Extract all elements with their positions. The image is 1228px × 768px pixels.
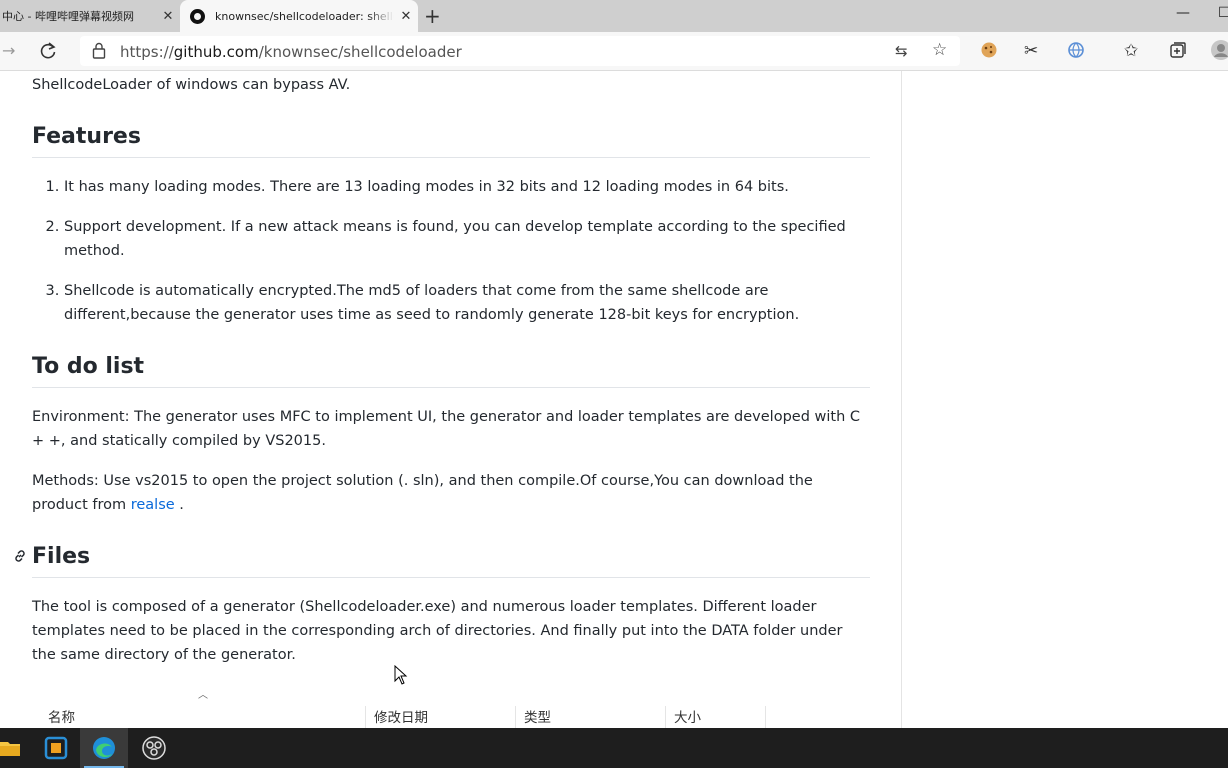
translate-icon[interactable]: ⇆ [895,42,908,60]
list-item: Support development. If a new attack mea… [64,215,870,263]
methods-paragraph: Methods: Use vs2015 to open the project … [32,469,870,517]
windows-taskbar [0,728,1228,768]
intro-text: ShellcodeLoader of windows can bypass AV… [32,77,351,93]
reload-icon[interactable] [38,41,58,65]
realse-link[interactable]: realse [131,497,175,513]
new-tab-button[interactable]: + [424,4,441,28]
profile-icon[interactable] [1210,39,1228,65]
mouse-cursor-icon [394,664,408,689]
methods-end: . [174,497,184,513]
cookie-extension-icon[interactable] [980,41,998,63]
tab-title: knownsec/shellcodeloader: shellc [215,9,394,23]
virtualbox-icon[interactable] [32,728,80,768]
lock-icon[interactable] [92,42,106,64]
collections-icon[interactable] [1169,41,1187,63]
file-explorer-icon[interactable] [0,728,34,768]
page-content: ShellcodeLoader of windows can bypass AV… [0,71,1228,736]
features-list: It has many loading modes. There are 13 … [32,175,870,327]
github-icon [190,8,205,24]
maximize-button[interactable]: ☐ [1218,5,1228,21]
tab-bilibili[interactable]: 中心 - 哔哩哔哩弹幕视频网 ✕ [0,0,180,32]
globe-extension-icon[interactable] [1067,41,1085,63]
browser-toolbar: → https://github.com/knownsec/shellcodel… [0,32,1228,71]
favorite-star-icon[interactable]: ☆ [932,40,947,60]
back-arrow-icon[interactable]: → [2,41,15,60]
files-heading-text: Files [32,544,91,569]
environment-text: Environment: The generator uses MFC to i… [32,409,861,449]
tab-github[interactable]: knownsec/shellcodeloader: shellc ✕ [180,0,418,32]
minimize-button[interactable]: — [1176,5,1190,21]
sort-ascending-icon: ︿ [198,690,208,701]
list-item: Shellcode is automatically encrypted.The… [64,279,870,327]
file-table-header: ︿ 名称 修改日期 类型 大小 [0,688,780,736]
features-heading: Features [32,123,870,158]
edge-browser-icon[interactable] [80,728,128,768]
link-anchor-icon[interactable] [12,546,28,574]
sidebar-divider [901,71,902,728]
tab-close-icon[interactable]: ✕ [156,9,180,24]
tab-close-icon[interactable]: ✕ [394,9,418,24]
list-item: It has many loading modes. There are 13 … [64,175,870,199]
url-text: https://github.com/knownsec/shellcodeloa… [120,43,462,61]
favorites-icon[interactable]: ✩ [1124,41,1138,61]
tab-strip: 中心 - 哔哩哔哩弹幕视频网 ✕ knownsec/shellcodeloade… [0,0,1228,32]
todo-heading: To do list [32,353,870,388]
files-text: The tool is composed of a generator (She… [32,599,843,663]
scissors-extension-icon[interactable]: ✂ [1024,41,1038,61]
obs-icon[interactable] [130,728,178,768]
tab-title: 中心 - 哔哩哔哩弹幕视频网 [2,10,134,23]
files-heading: Files [15,543,870,578]
address-bar[interactable]: https://github.com/knownsec/shellcodeloa… [80,36,960,66]
